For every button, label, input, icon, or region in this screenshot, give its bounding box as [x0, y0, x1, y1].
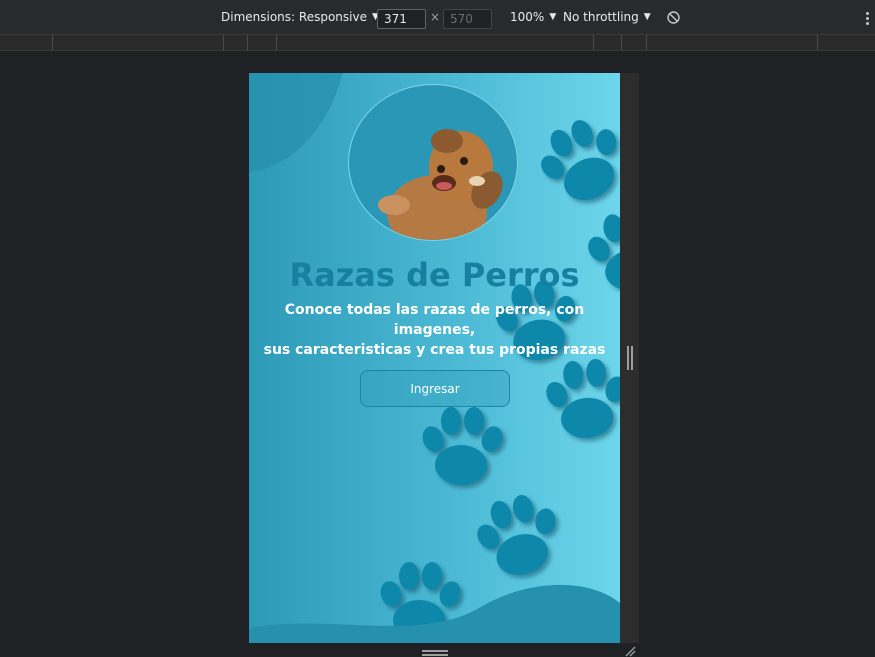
height-input[interactable]	[443, 9, 492, 29]
vertical-resize-bar[interactable]	[620, 73, 639, 643]
horizontal-resize-handle[interactable]	[422, 650, 448, 657]
throttling-dropdown[interactable]: No throttling ▼	[563, 0, 651, 34]
vertical-resize-handle[interactable]	[627, 346, 629, 370]
times-symbol: ×	[430, 10, 441, 24]
zoom-label: 100%	[510, 10, 545, 24]
device-toolbar: Dimensions: Responsive ▼ × 100% ▼ No thr…	[0, 0, 875, 35]
throttling-label: No throttling	[563, 10, 639, 24]
paw-print-icon	[419, 407, 506, 485]
resize-corner-icon[interactable]	[624, 645, 636, 657]
page-title: Razas de Perros	[289, 256, 580, 294]
bottom-wave	[249, 584, 620, 643]
rotate-icon[interactable]	[666, 0, 681, 34]
dimensions-dropdown[interactable]: Dimensions: Responsive ▼	[221, 0, 379, 34]
subtitle-line-2: sus caracteristicas y crea tus propias r…	[263, 342, 606, 358]
chevron-down-icon: ▼	[643, 12, 651, 22]
dog-photo	[348, 84, 518, 241]
device-viewport: Razas de Perros Conoce todas las razas d…	[249, 73, 620, 643]
width-input[interactable]	[377, 9, 426, 29]
ingresar-button[interactable]: Ingresar	[360, 370, 510, 407]
paw-print-icon	[540, 356, 620, 442]
zoom-dropdown[interactable]: 100% ▼	[510, 0, 556, 34]
page-subtitle: Conoce todas las razas de perros, con im…	[249, 300, 620, 360]
dimensions-label: Dimensions: Responsive	[221, 10, 367, 24]
chevron-down-icon: ▼	[549, 12, 557, 22]
paw-print-icon	[526, 107, 620, 215]
media-query-ruler	[0, 35, 875, 51]
vertical-resize-handle[interactable]	[631, 346, 633, 370]
subtitle-line-1: Conoce todas las razas de perros, con im…	[284, 302, 585, 338]
more-vert-icon[interactable]	[866, 12, 869, 27]
paw-print-icon	[466, 486, 571, 585]
